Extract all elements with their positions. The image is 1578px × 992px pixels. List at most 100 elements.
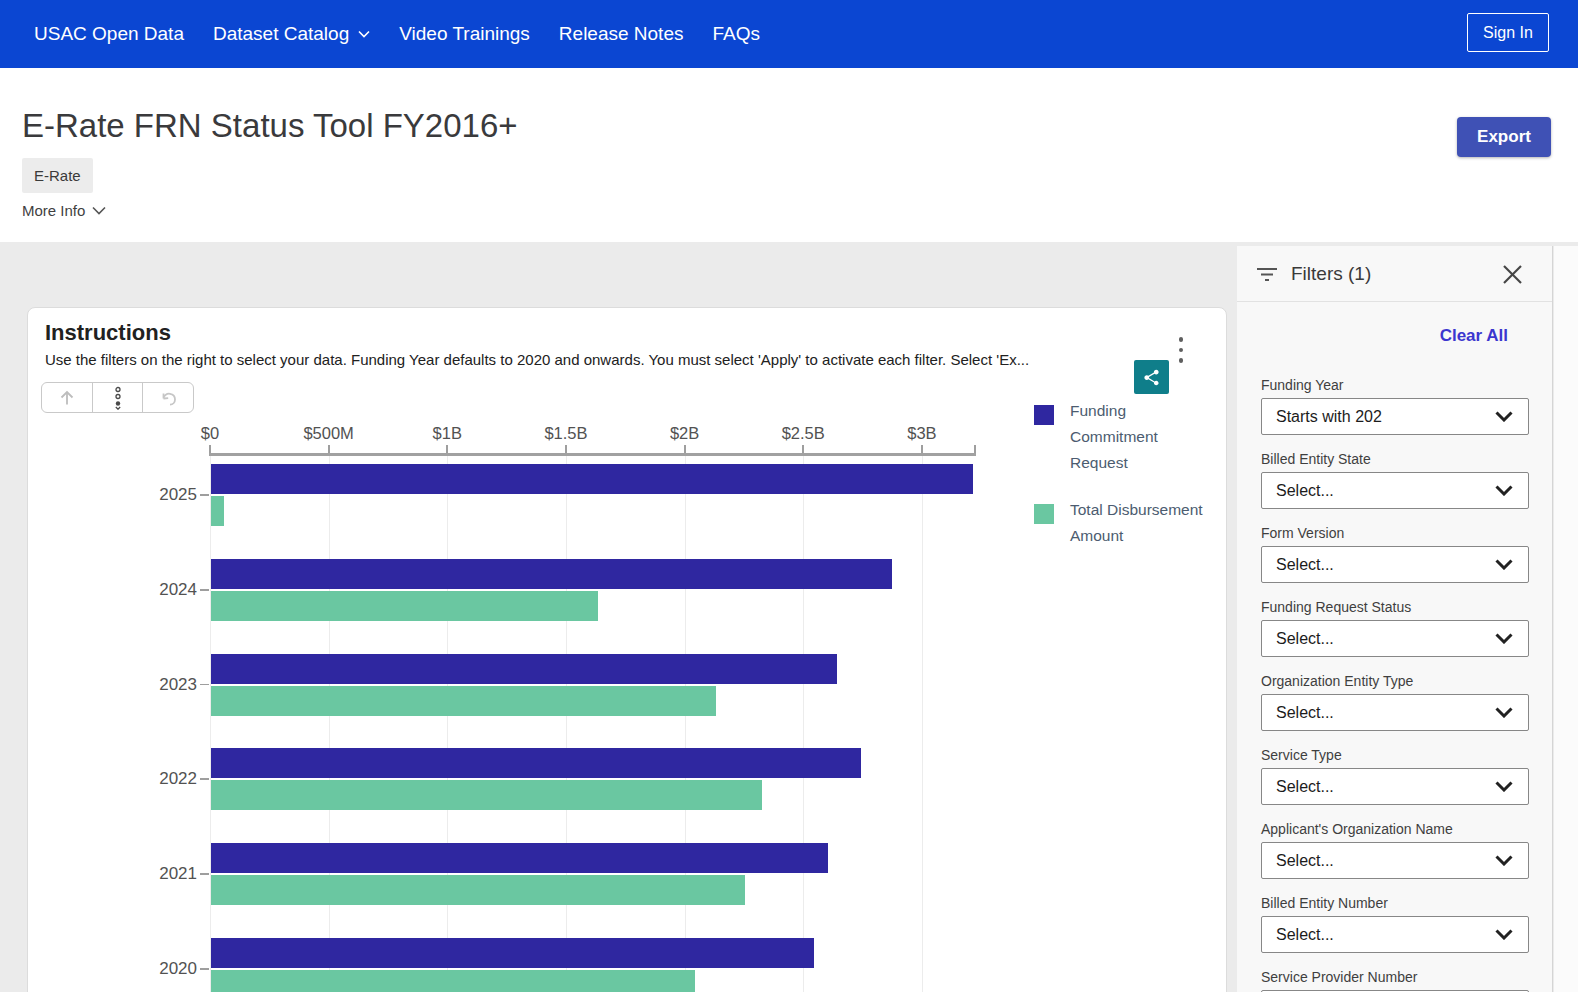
undo-button[interactable] <box>143 383 193 412</box>
x-axis-label: $2B <box>640 424 730 444</box>
filters-header: Filters (1) <box>1237 246 1552 302</box>
chevron-down-icon <box>1495 707 1513 718</box>
more-info-toggle[interactable]: More Info <box>22 202 106 219</box>
bar-total-disbursement-amount[interactable] <box>211 591 598 621</box>
y-axis-tick <box>200 778 209 780</box>
gridline <box>803 456 804 992</box>
chevron-down-icon <box>358 30 370 38</box>
chart-card: Instructions Use the filters on the righ… <box>27 307 1227 992</box>
x-axis-end-tick <box>974 445 976 453</box>
nav-item-release-notes[interactable]: Release Notes <box>559 23 684 45</box>
filter-group: Applicant's Organization Name Select... <box>1261 821 1529 879</box>
gridline <box>447 456 448 992</box>
y-axis-label: 2020 <box>127 959 197 979</box>
filter-select[interactable]: Select... <box>1261 916 1529 953</box>
filter-label: Service Type <box>1261 747 1529 764</box>
filter-value: Select... <box>1276 778 1334 796</box>
bar-total-disbursement-amount[interactable] <box>211 970 695 992</box>
filter-label: Service Provider Number <box>1261 969 1529 986</box>
legend-swatch <box>1034 504 1054 524</box>
filter-value: Select... <box>1276 556 1334 574</box>
share-button[interactable] <box>1134 360 1169 394</box>
filters-scroll-gutter <box>1554 246 1578 992</box>
legend-label: Total Disbursement Amount <box>1070 497 1212 549</box>
drill-hierarchy-button[interactable] <box>93 383 144 412</box>
x-axis-label: $1.5B <box>521 424 611 444</box>
y-axis-label: 2022 <box>127 769 197 789</box>
filter-label: Funding Year <box>1261 377 1529 394</box>
filter-group: Billed Entity StateSelect... <box>1261 451 1529 509</box>
chart-toolbar <box>41 382 194 413</box>
x-axis-label: $0 <box>165 424 255 444</box>
filter-label: Organization Entity Type <box>1261 673 1529 690</box>
bar-funding-commitment-request[interactable] <box>211 843 828 873</box>
sign-in-button[interactable]: Sign In <box>1467 13 1549 52</box>
share-icon <box>1142 368 1161 387</box>
filter-value: Starts with 202 <box>1276 408 1382 426</box>
y-axis-label: 2024 <box>127 580 197 600</box>
legend-label: Funding Commitment Request <box>1070 398 1174 476</box>
filter-group: Form VersionSelect... <box>1261 525 1529 583</box>
y-axis-label: 2021 <box>127 864 197 884</box>
gridline <box>922 456 923 992</box>
drill-up-button[interactable] <box>42 383 93 412</box>
chart-description: Use the filters on the right to select y… <box>45 351 1067 368</box>
nav-item-label: FAQs <box>712 23 760 45</box>
category-tag[interactable]: E-Rate <box>22 158 93 193</box>
x-axis-tick <box>209 445 211 453</box>
gridline <box>329 456 330 992</box>
filter-select[interactable]: Select... <box>1261 768 1529 805</box>
chevron-down-icon <box>1495 559 1513 570</box>
close-icon[interactable] <box>1502 264 1523 285</box>
filter-select[interactable]: Starts with 202 <box>1261 398 1529 435</box>
chevron-down-icon <box>1495 411 1513 422</box>
x-axis-tick <box>565 445 567 453</box>
bar-total-disbursement-amount[interactable] <box>211 496 224 526</box>
x-axis-line <box>209 453 976 456</box>
nav-item-video-trainings[interactable]: Video Trainings <box>399 23 530 45</box>
nav-brand[interactable]: USAC Open Data <box>34 23 184 45</box>
nav-item-label: Dataset Catalog <box>213 23 349 45</box>
x-axis-label: $2.5B <box>758 424 848 444</box>
nav-item-faqs[interactable]: FAQs <box>712 23 760 45</box>
bar-funding-commitment-request[interactable] <box>211 464 973 494</box>
y-axis-tick <box>200 968 209 970</box>
bar-total-disbursement-amount[interactable] <box>211 780 762 810</box>
bar-total-disbursement-amount[interactable] <box>211 686 716 716</box>
chevron-down-icon <box>1495 633 1513 644</box>
x-axis-tick <box>328 445 330 453</box>
x-axis-tick <box>921 445 923 453</box>
x-axis-tick <box>684 445 686 453</box>
top-nav: USAC Open Data Dataset Catalog Video Trai… <box>0 0 1578 68</box>
filter-label: Applicant's Organization Name <box>1261 821 1529 838</box>
up-arrow-icon <box>58 389 76 407</box>
y-axis-tick <box>200 589 209 591</box>
y-axis-label: 2023 <box>127 675 197 695</box>
x-axis-label: $3B <box>877 424 967 444</box>
filter-value: Select... <box>1276 630 1334 648</box>
filter-select[interactable]: Select... <box>1261 472 1529 509</box>
clear-all-link[interactable]: Clear All <box>1261 326 1508 346</box>
bar-funding-commitment-request[interactable] <box>211 748 861 778</box>
filter-group: Service Provider NumberSelect... <box>1261 969 1529 992</box>
bar-total-disbursement-amount[interactable] <box>211 875 745 905</box>
filter-select[interactable]: Select... <box>1261 620 1529 657</box>
page-title: E-Rate FRN Status Tool FY2016+ <box>22 107 518 145</box>
filter-icon <box>1256 265 1278 283</box>
bar-funding-commitment-request[interactable] <box>211 559 892 589</box>
filter-select[interactable]: Select... <box>1261 842 1529 879</box>
filter-select[interactable]: Select... <box>1261 546 1529 583</box>
gridline <box>685 456 686 992</box>
bar-funding-commitment-request[interactable] <box>211 938 814 968</box>
kebab-menu-icon[interactable] <box>1176 337 1186 363</box>
filter-select[interactable]: Select... <box>1261 694 1529 731</box>
nav-item-dataset-catalog[interactable]: Dataset Catalog <box>213 23 370 45</box>
more-info-label: More Info <box>22 202 85 219</box>
export-button[interactable]: Export <box>1457 117 1551 157</box>
y-axis-tick <box>200 494 209 496</box>
filter-label: Funding Request Status <box>1261 599 1529 616</box>
bar-funding-commitment-request[interactable] <box>211 654 837 684</box>
nav-item-label: Release Notes <box>559 23 684 45</box>
filter-group: Funding Request Status Select... <box>1261 599 1529 657</box>
filter-value: Select... <box>1276 852 1334 870</box>
